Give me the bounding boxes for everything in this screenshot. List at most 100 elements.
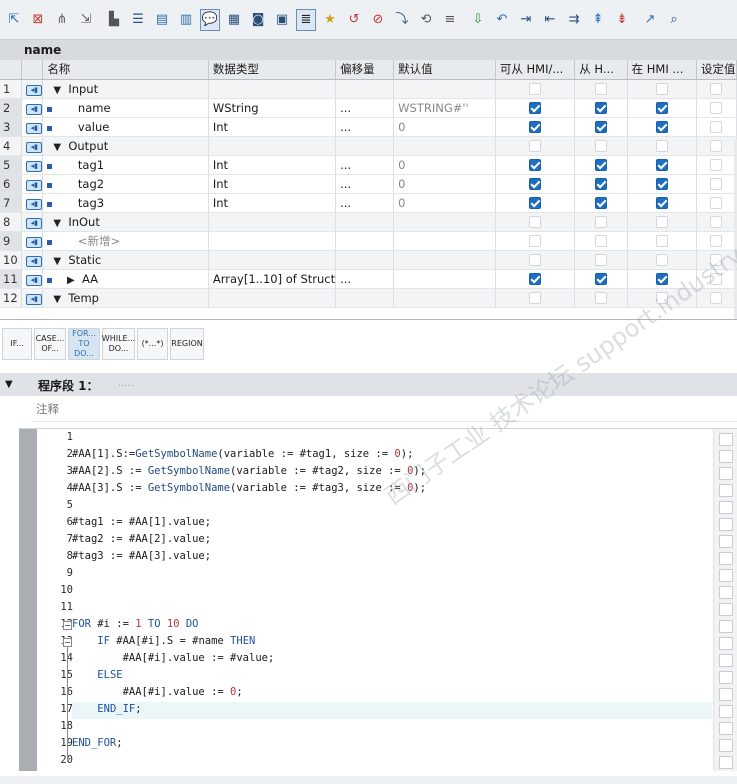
type-cell[interactable]: Int xyxy=(208,117,337,137)
hmi-accessible-checkbox[interactable] xyxy=(529,178,542,190)
favorites-icon[interactable]: ★ xyxy=(320,9,340,31)
setpoint-checkbox[interactable] xyxy=(710,216,723,228)
last-icon[interactable]: ⇟ xyxy=(612,9,632,31)
table-row[interactable]: 3 ◂▮ value Int... 0 xyxy=(0,117,737,137)
table-row[interactable]: 6 ◂▮ tag2 Int... 0 xyxy=(0,174,737,194)
offset-cell[interactable] xyxy=(335,212,395,232)
hmi-writable-checkbox[interactable] xyxy=(594,121,607,133)
code-line[interactable]: #tag1 := #AA[1].value; xyxy=(72,516,211,528)
comment-icon[interactable]: 💬 xyxy=(200,8,220,31)
column-header-hmi-visible[interactable]: 在 HMI ... xyxy=(627,60,697,80)
type-cell[interactable]: Array[1..10] of Struct xyxy=(208,269,337,289)
list-view-icon[interactable]: ≣ xyxy=(296,8,316,31)
find-icon[interactable]: ⌕ xyxy=(664,9,684,31)
default-cell[interactable] xyxy=(393,288,496,308)
table-row[interactable]: 12 ◂▮ ▼ Temp xyxy=(0,288,737,308)
type-cell[interactable] xyxy=(208,136,337,156)
hmi-accessible-checkbox[interactable] xyxy=(529,83,542,95)
default-cell[interactable]: 0 xyxy=(393,174,496,194)
offset-cell[interactable]: ... xyxy=(335,117,395,137)
fold-toggle-icon[interactable]: − xyxy=(63,621,72,630)
jump-icon[interactable]: ↗ xyxy=(640,9,660,31)
default-cell[interactable]: 0 xyxy=(393,117,496,137)
name-cell[interactable]: value xyxy=(42,117,209,137)
type-cell[interactable]: Int xyxy=(208,155,337,175)
default-cell[interactable]: 0 xyxy=(393,193,496,213)
network-header[interactable]: ▼ 程序段 1： ..... xyxy=(0,374,737,396)
hmi-visible-checkbox[interactable] xyxy=(655,254,668,266)
type-cell[interactable]: WString xyxy=(208,98,337,118)
offset-cell[interactable]: ... xyxy=(335,98,395,118)
table-row[interactable]: 5 ◂▮ tag1 Int... 0 xyxy=(0,155,737,175)
offset-cell[interactable] xyxy=(335,79,395,99)
bookmark-prev-icon[interactable]: ↶ xyxy=(492,9,512,31)
code-line[interactable]: FOR #i := 1 TO 10 DO xyxy=(72,618,199,630)
hmi-writable-checkbox[interactable] xyxy=(594,159,607,171)
default-cell[interactable] xyxy=(393,250,496,270)
hmi-accessible-checkbox[interactable] xyxy=(529,197,542,209)
hmi-accessible-checkbox[interactable] xyxy=(529,121,542,133)
hmi-visible-checkbox[interactable] xyxy=(655,83,668,95)
snippet-3-button[interactable]: FOR... TO DO... xyxy=(68,328,100,360)
default-cell[interactable] xyxy=(393,79,496,99)
name-cell[interactable]: tag3 xyxy=(42,193,209,213)
fold-toggle-icon[interactable]: − xyxy=(63,638,72,647)
snippet-2-button[interactable]: CASE... OF... xyxy=(34,328,66,360)
collapsed-triangle-icon[interactable]: ▶ xyxy=(67,275,75,286)
expand-triangle-icon[interactable]: ▼ xyxy=(53,256,61,267)
column-header-datatype[interactable]: 数据类型 xyxy=(208,60,337,80)
type-cell[interactable]: Int xyxy=(208,174,337,194)
hmi-accessible-checkbox[interactable] xyxy=(529,254,542,266)
expand-icon[interactable]: ⇲ xyxy=(76,9,96,31)
column-header-offset[interactable]: 偏移量 xyxy=(335,60,395,80)
delete-row-icon[interactable]: ⊠ xyxy=(28,9,48,31)
offset-cell[interactable]: ... xyxy=(335,269,395,289)
default-cell[interactable] xyxy=(393,231,496,251)
expand-triangle-icon[interactable]: ▼ xyxy=(53,218,61,229)
default-cell[interactable] xyxy=(393,269,496,289)
outdent-icon[interactable]: ⇤ xyxy=(540,9,560,31)
scl-code-editor[interactable]: 1 2 #AA[1].S:=GetSymbolName(variable := #t… xyxy=(19,428,737,771)
type-cell[interactable] xyxy=(208,231,337,251)
hmi-accessible-checkbox[interactable] xyxy=(529,216,542,228)
hmi-accessible-checkbox[interactable] xyxy=(529,292,542,304)
setpoint-checkbox[interactable] xyxy=(710,292,723,304)
setpoint-checkbox[interactable] xyxy=(710,83,723,95)
snippet-5-button[interactable]: (*...*) xyxy=(137,328,168,360)
code-line[interactable]: #AA[#i].value := #value; xyxy=(72,652,275,664)
offset-cell[interactable] xyxy=(335,288,395,308)
insert-row-icon[interactable]: ⇱ xyxy=(4,9,24,31)
go-to-icon[interactable]: ↺ xyxy=(344,9,364,31)
table-row[interactable]: 10 ◂▮ ▼ Static xyxy=(0,250,737,270)
name-cell[interactable]: ▼ InOut xyxy=(42,212,209,232)
collapse-triangle-icon[interactable]: ▼ xyxy=(5,379,13,390)
hmi-visible-checkbox[interactable] xyxy=(655,121,668,133)
hmi-visible-checkbox[interactable] xyxy=(655,178,668,190)
hmi-writable-checkbox[interactable] xyxy=(594,273,607,285)
indent-icon[interactable]: ⇥ xyxy=(516,9,536,31)
network-comment[interactable]: 注释 xyxy=(32,398,737,422)
code-line[interactable]: END_IF; xyxy=(72,703,141,715)
hmi-visible-checkbox[interactable] xyxy=(655,140,668,152)
hmi-visible-checkbox[interactable] xyxy=(655,235,668,247)
code-line[interactable]: #AA[#i].value := 0; xyxy=(72,686,243,698)
snapshot-dropdown-icon[interactable]: ◙ xyxy=(248,9,268,31)
code-line[interactable]: #tag2 := #AA[2].value; xyxy=(72,533,211,545)
first-icon[interactable]: ⇞ xyxy=(588,9,608,31)
replace-icon[interactable]: ⟲ xyxy=(416,9,436,31)
move-icon[interactable]: ⤵ xyxy=(392,9,412,31)
table-row[interactable]: 2 ◂▮ name WString... WSTRING#'' xyxy=(0,98,737,118)
column-header-setpoint[interactable]: 设定值 xyxy=(696,60,737,80)
setpoint-checkbox[interactable] xyxy=(710,140,723,152)
name-cell[interactable]: tag1 xyxy=(42,155,209,175)
hmi-writable-checkbox[interactable] xyxy=(594,216,607,228)
table-row[interactable]: 1 ◂▮ ▼ Input xyxy=(0,79,737,99)
offset-cell[interactable] xyxy=(335,136,395,156)
code-line[interactable]: #AA[1].S:=GetSymbolName(variable := #tag… xyxy=(72,448,413,460)
type-cell[interactable] xyxy=(208,212,337,232)
expand-triangle-icon[interactable]: ▼ xyxy=(53,85,61,96)
code-line[interactable]: #tag3 := #AA[3].value; xyxy=(72,550,211,562)
default-cell[interactable] xyxy=(393,136,496,156)
default-cell[interactable]: 0 xyxy=(393,155,496,175)
snippet-6-button[interactable]: REGION xyxy=(170,328,204,360)
